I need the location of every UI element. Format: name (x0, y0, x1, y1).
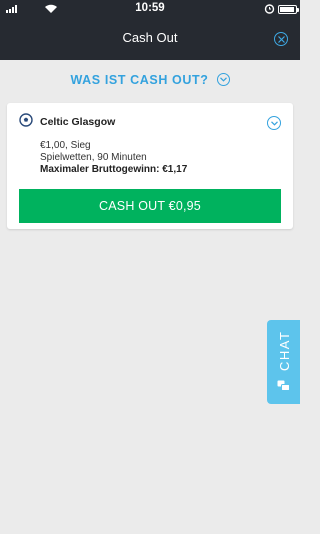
bet-card: Celtic Glasgow €1,00, Sieg Spielwetten, … (7, 103, 293, 229)
chat-bubble-icon (277, 380, 290, 391)
chat-tab[interactable]: CHAT (267, 320, 300, 404)
status-bar: 10:59 (0, 0, 300, 17)
header-bar: Cash Out (0, 17, 300, 60)
chevron-down-icon (216, 73, 230, 86)
close-button[interactable] (274, 32, 288, 46)
battery-icon (278, 5, 299, 14)
chat-label: CHAT (277, 330, 292, 371)
cashout-button[interactable]: CASH OUT €0,95 (19, 189, 281, 223)
close-icon (277, 35, 285, 43)
page-title: Cash Out (122, 30, 178, 45)
max-win: Maximaler Bruttogewinn: €1,17 (40, 164, 188, 175)
what-is-cashout-label: WAS IST CASH OUT? (70, 73, 209, 87)
football-icon (19, 113, 33, 127)
battery-fill (280, 7, 294, 12)
team-name: Celtic Glasgow (40, 116, 116, 128)
chevron-down-icon (270, 120, 278, 126)
status-time: 10:59 (135, 2, 165, 14)
what-is-cashout-link[interactable]: WAS IST CASH OUT? (0, 73, 300, 87)
expand-button[interactable] (267, 116, 281, 130)
bet-stake: €1,00, Sieg (40, 140, 91, 151)
bet-market: Spielwetten, 90 Minuten (40, 152, 147, 163)
alarm-icon (264, 4, 275, 14)
